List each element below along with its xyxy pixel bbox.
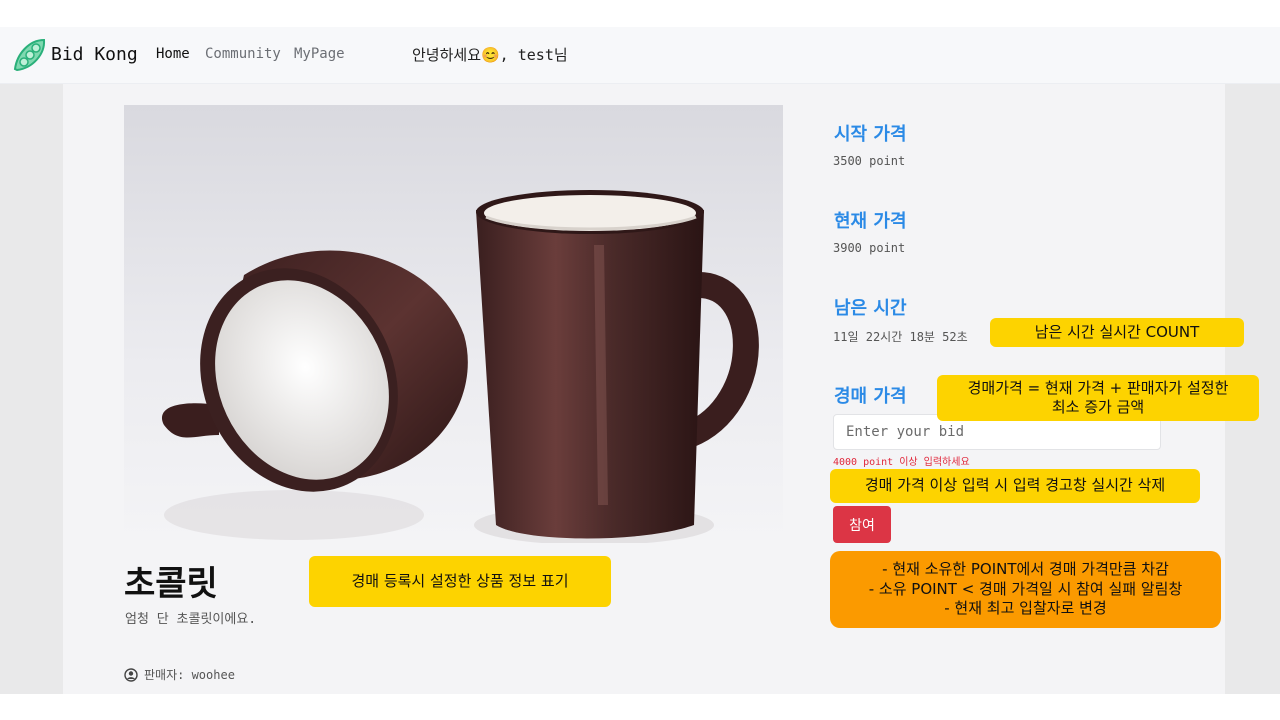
bottom-whitespace [0,694,1280,720]
bid-warning: 4000 point 이상 입력하세요 [833,457,970,468]
note-bid-price-line2: 최소 증가 금액 [1051,398,1145,416]
nav-link-community[interactable]: Community [205,46,281,62]
join-button[interactable]: 참여 [833,506,891,543]
note-bid-price-line1: 경매가격 = 현재 가격 + 판매자가 설정한 [967,378,1229,397]
nav-link-home[interactable]: Home [156,46,190,62]
note-join-behavior: - 현재 소유한 POINT에서 경매 가격만큼 차감 - 소유 POINT <… [830,551,1221,628]
note-join-line2: - 소유 POINT < 경매 가격일 시 참여 실패 알림창 [868,579,1183,598]
current-price-value: 3900 point [833,241,906,255]
note-join-line1: - 현재 소유한 POINT에서 경매 가격만큼 차감 [882,560,1169,579]
note-join-line3: - 현재 최고 입찰자로 변경 [944,599,1107,618]
product-image [124,105,783,543]
remaining-time-value: 11일 22시간 18분 52초 [833,330,968,344]
note-warning-remove: 경매 가격 이상 입력 시 입력 경고창 실시간 삭제 [830,469,1200,503]
brand-name[interactable]: Bid Kong [51,44,138,65]
auction-detail-card: 초콜릿 엄청 단 초콜릿이에요. 판매자: woohee 시작 가격 3500 … [63,84,1259,694]
page-background: 초콜릿 엄청 단 초콜릿이에요. 판매자: woohee 시작 가격 3500 … [0,84,1280,694]
user-circle-icon [124,667,138,682]
current-price-title: 현재 가격 [834,211,907,232]
bid-price-title: 경매 가격 [834,386,907,407]
nav-link-mypage[interactable]: MyPage [294,46,345,62]
seller-info: 판매자: woohee [124,666,235,683]
product-title: 초콜릿 [124,564,218,604]
user-greeting: 안녕하세요😊, test님 [412,46,568,64]
seller-label: 판매자: woohee [144,668,235,682]
peapod-logo-icon[interactable] [11,36,49,74]
note-bid-price: 경매가격 = 현재 가격 + 판매자가 설정한 최소 증가 금액 [937,375,1259,421]
note-product-info: 경매 등록시 설정한 상품 정보 표기 [309,556,611,607]
top-navbar: Bid Kong Home Community MyPage 안녕하세요😊, t… [0,27,1280,84]
note-countdown: 남은 시간 실시간 COUNT [990,318,1244,347]
product-description: 엄청 단 초콜릿이에요. [125,612,257,627]
start-price-title: 시작 가격 [834,124,907,145]
start-price-value: 3500 point [833,154,906,168]
remaining-time-title: 남은 시간 [834,298,907,319]
